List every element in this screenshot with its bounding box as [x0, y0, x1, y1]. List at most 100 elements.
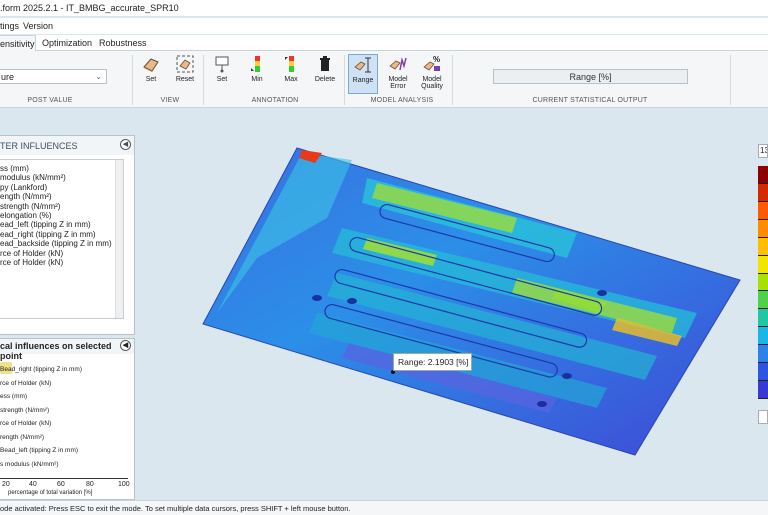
status-bar: ode activated: Press ESC to exit the mod…: [0, 500, 768, 515]
collapse-icon[interactable]: ◀: [120, 340, 131, 351]
menu-item-version[interactable]: Version: [23, 21, 53, 31]
list-item[interactable]: ead_left (tipping Z in mm): [0, 220, 123, 229]
annotation-delete-label: Delete: [314, 76, 336, 83]
colorbar-swatch: [758, 345, 768, 364]
model-quality-label-2: Quality: [421, 83, 443, 90]
range-icon: [354, 57, 371, 73]
3d-viewport[interactable]: [137, 108, 750, 500]
menu-bar: tings Version: [0, 18, 768, 34]
x-tick-label: 60: [57, 481, 65, 488]
range-button[interactable]: Range: [348, 54, 378, 94]
model-quality-button[interactable]: % Model Quality: [417, 54, 447, 94]
group-label-annotation: ANNOTATION: [251, 97, 299, 104]
x-tick-label: 20: [2, 481, 10, 488]
influence-label: rce of Holder (kN): [0, 420, 52, 427]
ribbon-toolbar: ure ⌄ POST VALUE Set Reset VIEW Set Min …: [0, 51, 768, 108]
annotation-max-label: Max: [284, 76, 298, 83]
colorbar-swatch: [758, 309, 768, 328]
view-set-button[interactable]: Set: [136, 54, 166, 94]
window-title: .form 2025.2.1 - IT_BMBG_accurate_SPR10: [0, 3, 179, 13]
post-value-select[interactable]: ure ⌄: [0, 69, 107, 84]
group-label-statistical-output: CURRENT STATISTICAL OUTPUT: [532, 97, 648, 104]
group-label-model-analysis: MODEL ANALYSIS: [370, 97, 434, 104]
colorbar-swatch: [758, 291, 768, 310]
list-item[interactable]: ength (N/mm²): [0, 192, 123, 201]
window-title-bar: .form 2025.2.1 - IT_BMBG_accurate_SPR10: [0, 0, 768, 16]
ribbon-separator: [344, 55, 345, 105]
colorbar-max-field[interactable]: 13: [758, 144, 768, 158]
list-item[interactable]: ss (mm): [0, 164, 123, 173]
ribbon-separator: [452, 55, 453, 105]
list-item[interactable]: py (Lankford): [0, 183, 123, 192]
range-label: Range: [352, 77, 374, 84]
menu-item-settings[interactable]: tings: [0, 21, 19, 31]
ribbon-separator: [203, 55, 204, 105]
tab-sensitivity[interactable]: ensitivity: [0, 35, 36, 51]
annotation-min-label: Min: [251, 76, 263, 83]
svg-text:%: %: [433, 55, 440, 64]
vertical-scrollbar[interactable]: [115, 160, 123, 318]
trash-icon: [320, 56, 330, 71]
min-marker-icon: [251, 56, 260, 72]
x-axis-line: [0, 478, 128, 479]
x-tick-label: 100: [118, 481, 130, 488]
list-item[interactable]: ead_backside (tipping Z in mm): [0, 239, 123, 248]
plate-view-icon: [143, 58, 159, 72]
colorbar-swatch: [758, 219, 768, 238]
panel-header: cal influences on selected point ◀: [0, 339, 134, 361]
influence-label: Bead_right (tipping Z in mm): [0, 366, 83, 373]
sheet-metal-part[interactable]: [202, 147, 741, 456]
influence-label: ess (mm): [0, 393, 28, 400]
tab-robustness[interactable]: Robustness: [99, 35, 147, 51]
collapse-icon[interactable]: ◀: [120, 139, 131, 150]
list-item[interactable]: modulus (kN/mm²): [0, 173, 123, 182]
colorbar-swatch: [758, 183, 768, 202]
colorbar-swatch: [758, 166, 768, 184]
influence-label: rength (N/mm²): [0, 434, 45, 441]
influence-label: Bead_left (tipping Z in mm): [0, 447, 79, 454]
colorbar-swatch: [758, 255, 768, 274]
list-item[interactable]: elongation (%): [0, 211, 123, 220]
annotation-set-button[interactable]: Set: [207, 54, 237, 94]
reset-view-icon: [176, 55, 194, 73]
annotation-min-button[interactable]: Min: [242, 54, 272, 94]
annotation-delete-button[interactable]: Delete: [310, 54, 340, 94]
colorbar-min-field[interactable]: [758, 410, 768, 424]
data-cursor-tooltip: Range: 2.1903 [%]: [393, 353, 472, 371]
list-item[interactable]: rce of Holder (kN): [0, 249, 123, 258]
model-error-label-2: Error: [390, 83, 406, 90]
influence-label: s modulus (kN/mm²): [0, 461, 59, 468]
model-error-label-1: Model: [388, 76, 408, 83]
model-quality-label-1: Model: [422, 76, 442, 83]
model-quality-icon: %: [423, 55, 440, 71]
x-axis-label: percentage of total variation [%]: [8, 490, 93, 496]
model-error-icon: [389, 57, 407, 71]
list-item[interactable]: strength (N/mm²): [0, 202, 123, 211]
colorbar-swatch: [758, 237, 768, 256]
ribbon-separator: [132, 55, 133, 105]
x-tick-label: 40: [29, 481, 37, 488]
statistical-output-field[interactable]: Range [%]: [493, 69, 688, 84]
x-tick-label: 80: [86, 481, 94, 488]
view-set-label: Set: [145, 76, 157, 83]
panel-header: TER INFLUENCES ◀: [0, 136, 134, 155]
tab-optimization[interactable]: Optimization: [42, 35, 92, 51]
list-item[interactable]: ead_right (tipping Z in mm): [0, 230, 123, 239]
panel-title: TER INFLUENCES: [0, 141, 78, 151]
chevron-down-icon: ⌄: [95, 72, 102, 81]
model-error-button[interactable]: Model Error: [383, 54, 413, 94]
main-tabs: ensitivity Optimization Robustness: [0, 35, 768, 51]
colorbar-swatch: [758, 381, 768, 399]
annotation-set-icon: [215, 56, 229, 73]
colorbar-swatch: [758, 327, 768, 346]
local-influences-panel: cal influences on selected point ◀: [0, 338, 135, 500]
colorbar-swatch: [758, 201, 768, 220]
max-marker-icon: [285, 56, 294, 72]
view-reset-button[interactable]: Reset: [170, 54, 200, 94]
post-value-selected: ure: [1, 72, 15, 82]
annotation-max-button[interactable]: Max: [276, 54, 306, 94]
list-item[interactable]: rce of Holder (kN): [0, 258, 123, 267]
colorbar-swatch: [758, 363, 768, 382]
ribbon-separator: [730, 55, 731, 105]
panel-title: cal influences on selected point: [0, 341, 112, 361]
